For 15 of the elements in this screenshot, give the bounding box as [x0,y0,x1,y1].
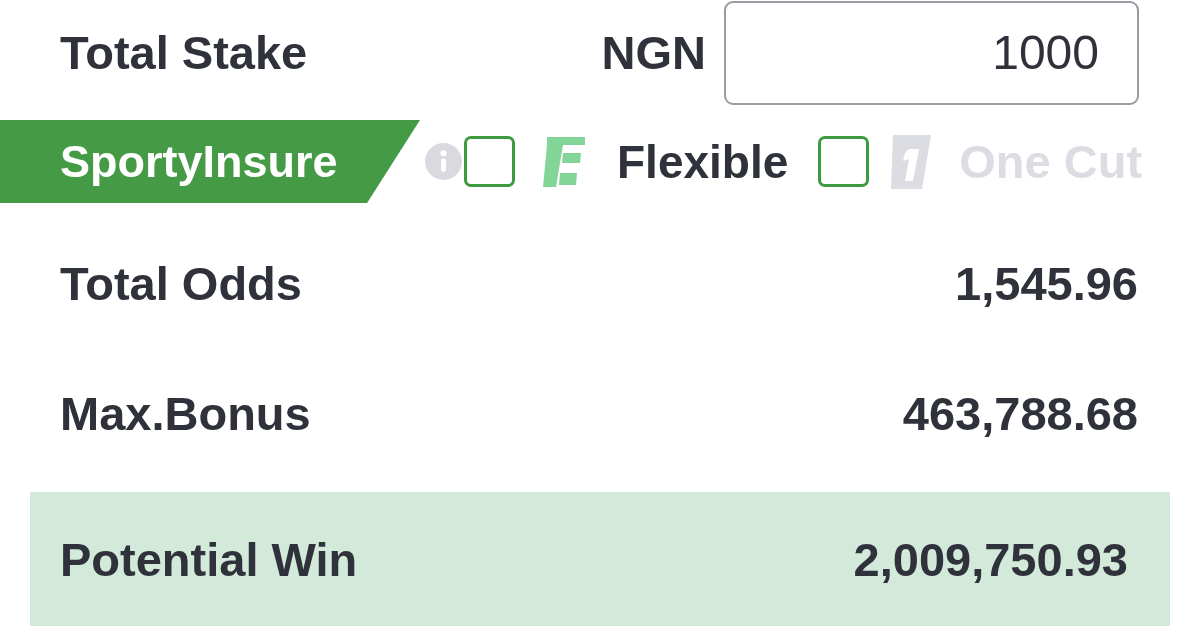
flexible-icon [543,136,585,187]
summary-label: Total Odds [60,255,302,311]
summary-value: 2,009,750.93 [853,531,1128,587]
flexible-label: Flexible [617,134,789,189]
insure-banner: SportyInsure [0,120,420,203]
stake-input[interactable]: 1000 [724,0,1139,105]
checkbox[interactable] [818,136,870,187]
summary-value: 463,788.68 [902,385,1138,441]
one-cut-icon [891,134,932,189]
summary-value: 1,545.96 [955,255,1138,311]
total-stake-label: Total Stake [60,25,308,80]
currency-label: NGN [601,25,706,80]
summary-label: Max.Bonus [60,385,311,441]
summary-label: Potential Win [60,531,358,587]
checkbox[interactable] [464,136,515,187]
